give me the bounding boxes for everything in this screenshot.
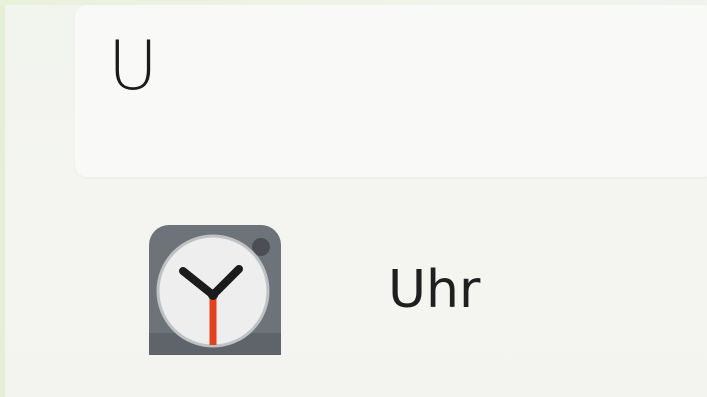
result-label: Uhr (388, 260, 481, 320)
search-input-box[interactable] (75, 5, 707, 177)
clock-icon (145, 215, 285, 355)
start-search-panel: U Uhr (0, 0, 707, 397)
search-result-item[interactable]: Uhr (5, 200, 707, 380)
search-query-text[interactable]: U (108, 32, 158, 102)
